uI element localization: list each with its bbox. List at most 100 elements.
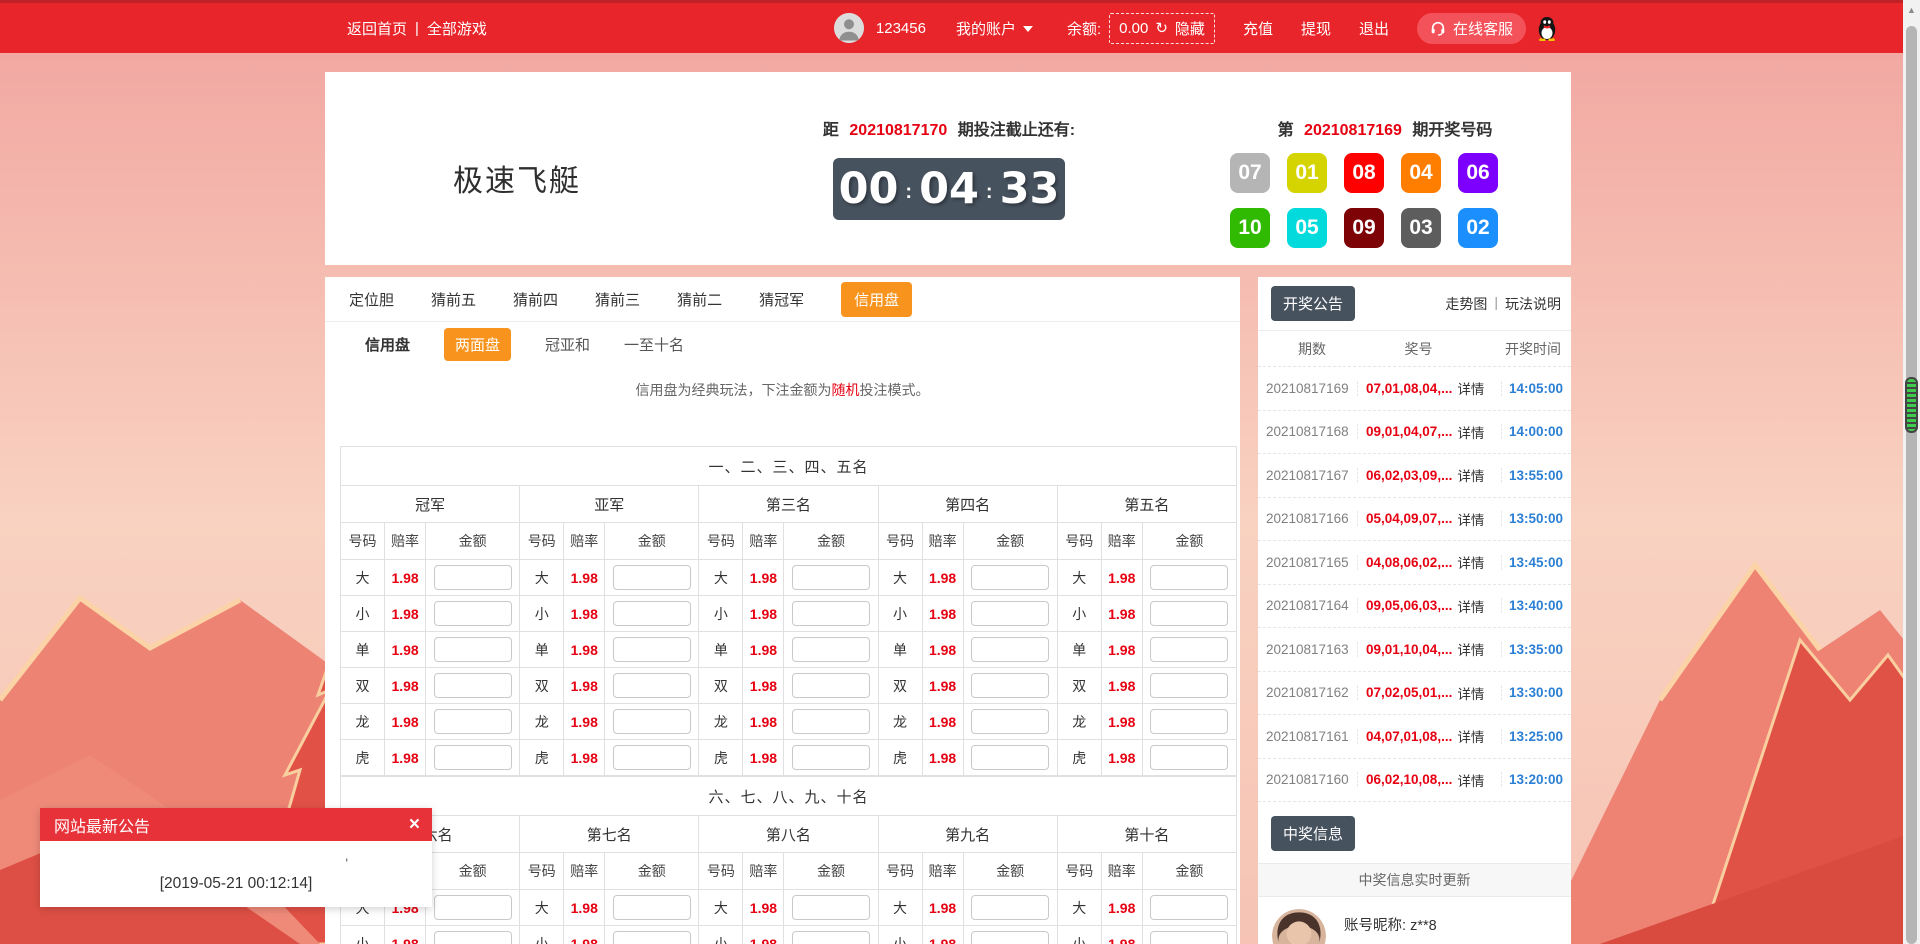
- account-menu[interactable]: 我的账户: [956, 18, 1033, 39]
- win-info-tab[interactable]: 中奖信息: [1271, 816, 1355, 851]
- tab-xinyongpan-active[interactable]: 信用盘: [841, 282, 912, 317]
- bet-option[interactable]: 小: [699, 926, 743, 944]
- bet-amount-input[interactable]: [792, 637, 870, 662]
- bet-option[interactable]: 大: [878, 890, 922, 926]
- result-detail-link[interactable]: 详情: [1457, 639, 1484, 659]
- bet-amount-input[interactable]: [434, 931, 512, 944]
- bet-amount-input[interactable]: [1150, 637, 1228, 662]
- bet-option[interactable]: 小: [520, 596, 564, 632]
- bet-amount-input[interactable]: [434, 637, 512, 662]
- bet-option[interactable]: 龙: [878, 704, 922, 740]
- bet-option[interactable]: 虎: [1057, 740, 1101, 776]
- bet-option[interactable]: 大: [520, 890, 564, 926]
- bet-option[interactable]: 小: [1057, 926, 1101, 944]
- bet-option[interactable]: 大: [1057, 560, 1101, 596]
- bet-amount-input[interactable]: [792, 709, 870, 734]
- bet-amount-input[interactable]: [971, 931, 1049, 944]
- bet-amount-input[interactable]: [792, 745, 870, 770]
- scrollbar-track[interactable]: [1906, 26, 1917, 944]
- bet-amount-input[interactable]: [1150, 673, 1228, 698]
- user-avatar[interactable]: [834, 13, 864, 43]
- bet-amount-input[interactable]: [792, 673, 870, 698]
- bet-amount-input[interactable]: [613, 601, 691, 626]
- bet-amount-input[interactable]: [613, 931, 691, 944]
- draw-announcement-tab[interactable]: 开奖公告: [1271, 286, 1355, 321]
- bet-option[interactable]: 大: [1057, 890, 1101, 926]
- bet-option[interactable]: 单: [699, 632, 743, 668]
- bet-option[interactable]: 大: [878, 560, 922, 596]
- all-games-link[interactable]: 全部游戏: [427, 18, 487, 39]
- bet-amount-input[interactable]: [1150, 895, 1228, 920]
- result-detail-link[interactable]: 详情: [1457, 683, 1484, 703]
- bet-amount-input[interactable]: [613, 895, 691, 920]
- scrollbar-thumb[interactable]: [1905, 377, 1918, 433]
- scroll-up-icon[interactable]: ▲: [1903, 0, 1920, 20]
- bet-option[interactable]: 大: [699, 560, 743, 596]
- bet-amount-input[interactable]: [971, 709, 1049, 734]
- rules-link[interactable]: 玩法说明: [1505, 294, 1561, 314]
- bet-option[interactable]: 虎: [699, 740, 743, 776]
- online-service-button[interactable]: 在线客服: [1417, 13, 1526, 44]
- home-link[interactable]: 返回首页: [347, 18, 407, 39]
- bet-amount-input[interactable]: [613, 745, 691, 770]
- bet-option[interactable]: 大: [520, 560, 564, 596]
- bet-amount-input[interactable]: [792, 565, 870, 590]
- bet-amount-input[interactable]: [792, 601, 870, 626]
- tab-dingweidan[interactable]: 定位胆: [349, 289, 394, 310]
- bet-amount-input[interactable]: [613, 637, 691, 662]
- bet-amount-input[interactable]: [1150, 709, 1228, 734]
- subtab-xinyongpan[interactable]: 信用盘: [365, 334, 410, 355]
- result-detail-link[interactable]: 详情: [1457, 378, 1484, 398]
- bet-option[interactable]: 龙: [520, 704, 564, 740]
- tab-caiqiansi[interactable]: 猜前四: [513, 289, 558, 310]
- subtab-yizhishiming[interactable]: 一至十名: [624, 334, 684, 355]
- bet-amount-input[interactable]: [434, 601, 512, 626]
- logout-link[interactable]: 退出: [1359, 18, 1389, 39]
- bet-amount-input[interactable]: [434, 565, 512, 590]
- result-detail-link[interactable]: 详情: [1457, 509, 1484, 529]
- bet-option[interactable]: 虎: [878, 740, 922, 776]
- bet-option[interactable]: 单: [520, 632, 564, 668]
- qq-icon[interactable]: [1536, 15, 1558, 41]
- trend-chart-link[interactable]: 走势图: [1445, 294, 1487, 314]
- result-detail-link[interactable]: 详情: [1457, 596, 1484, 616]
- bet-option[interactable]: 小: [1057, 596, 1101, 632]
- bet-amount-input[interactable]: [792, 931, 870, 944]
- bet-option[interactable]: 虎: [341, 740, 385, 776]
- bet-amount-input[interactable]: [434, 709, 512, 734]
- subtab-guanyahe[interactable]: 冠亚和: [545, 334, 590, 355]
- bet-amount-input[interactable]: [434, 895, 512, 920]
- bet-option[interactable]: 小: [520, 926, 564, 944]
- bet-option[interactable]: 龙: [1057, 704, 1101, 740]
- bet-amount-input[interactable]: [434, 673, 512, 698]
- withdraw-link[interactable]: 提现: [1301, 18, 1331, 39]
- bet-amount-input[interactable]: [1150, 601, 1228, 626]
- bet-option[interactable]: 单: [878, 632, 922, 668]
- result-detail-link[interactable]: 详情: [1457, 726, 1484, 746]
- bet-amount-input[interactable]: [434, 745, 512, 770]
- bet-option[interactable]: 大: [341, 560, 385, 596]
- bet-amount-input[interactable]: [971, 895, 1049, 920]
- bet-option[interactable]: 小: [878, 926, 922, 944]
- result-detail-link[interactable]: 详情: [1457, 465, 1484, 485]
- result-detail-link[interactable]: 详情: [1457, 552, 1484, 572]
- bet-option[interactable]: 龙: [699, 704, 743, 740]
- result-detail-link[interactable]: 详情: [1457, 422, 1484, 442]
- result-detail-link[interactable]: 详情: [1457, 770, 1484, 790]
- bet-option[interactable]: 单: [1057, 632, 1101, 668]
- page-scrollbar[interactable]: ▲: [1903, 0, 1920, 944]
- tab-caiqianer[interactable]: 猜前二: [677, 289, 722, 310]
- bet-option[interactable]: 双: [520, 668, 564, 704]
- bet-amount-input[interactable]: [613, 565, 691, 590]
- bet-option[interactable]: 小: [878, 596, 922, 632]
- bet-amount-input[interactable]: [971, 637, 1049, 662]
- subtab-liangmianpan-active[interactable]: 两面盘: [444, 328, 511, 361]
- bet-option[interactable]: 大: [699, 890, 743, 926]
- bet-option[interactable]: 双: [699, 668, 743, 704]
- bet-option[interactable]: 双: [878, 668, 922, 704]
- bet-option[interactable]: 小: [341, 596, 385, 632]
- bet-amount-input[interactable]: [792, 895, 870, 920]
- tab-caiqiansan[interactable]: 猜前三: [595, 289, 640, 310]
- bet-option[interactable]: 单: [341, 632, 385, 668]
- bet-amount-input[interactable]: [613, 709, 691, 734]
